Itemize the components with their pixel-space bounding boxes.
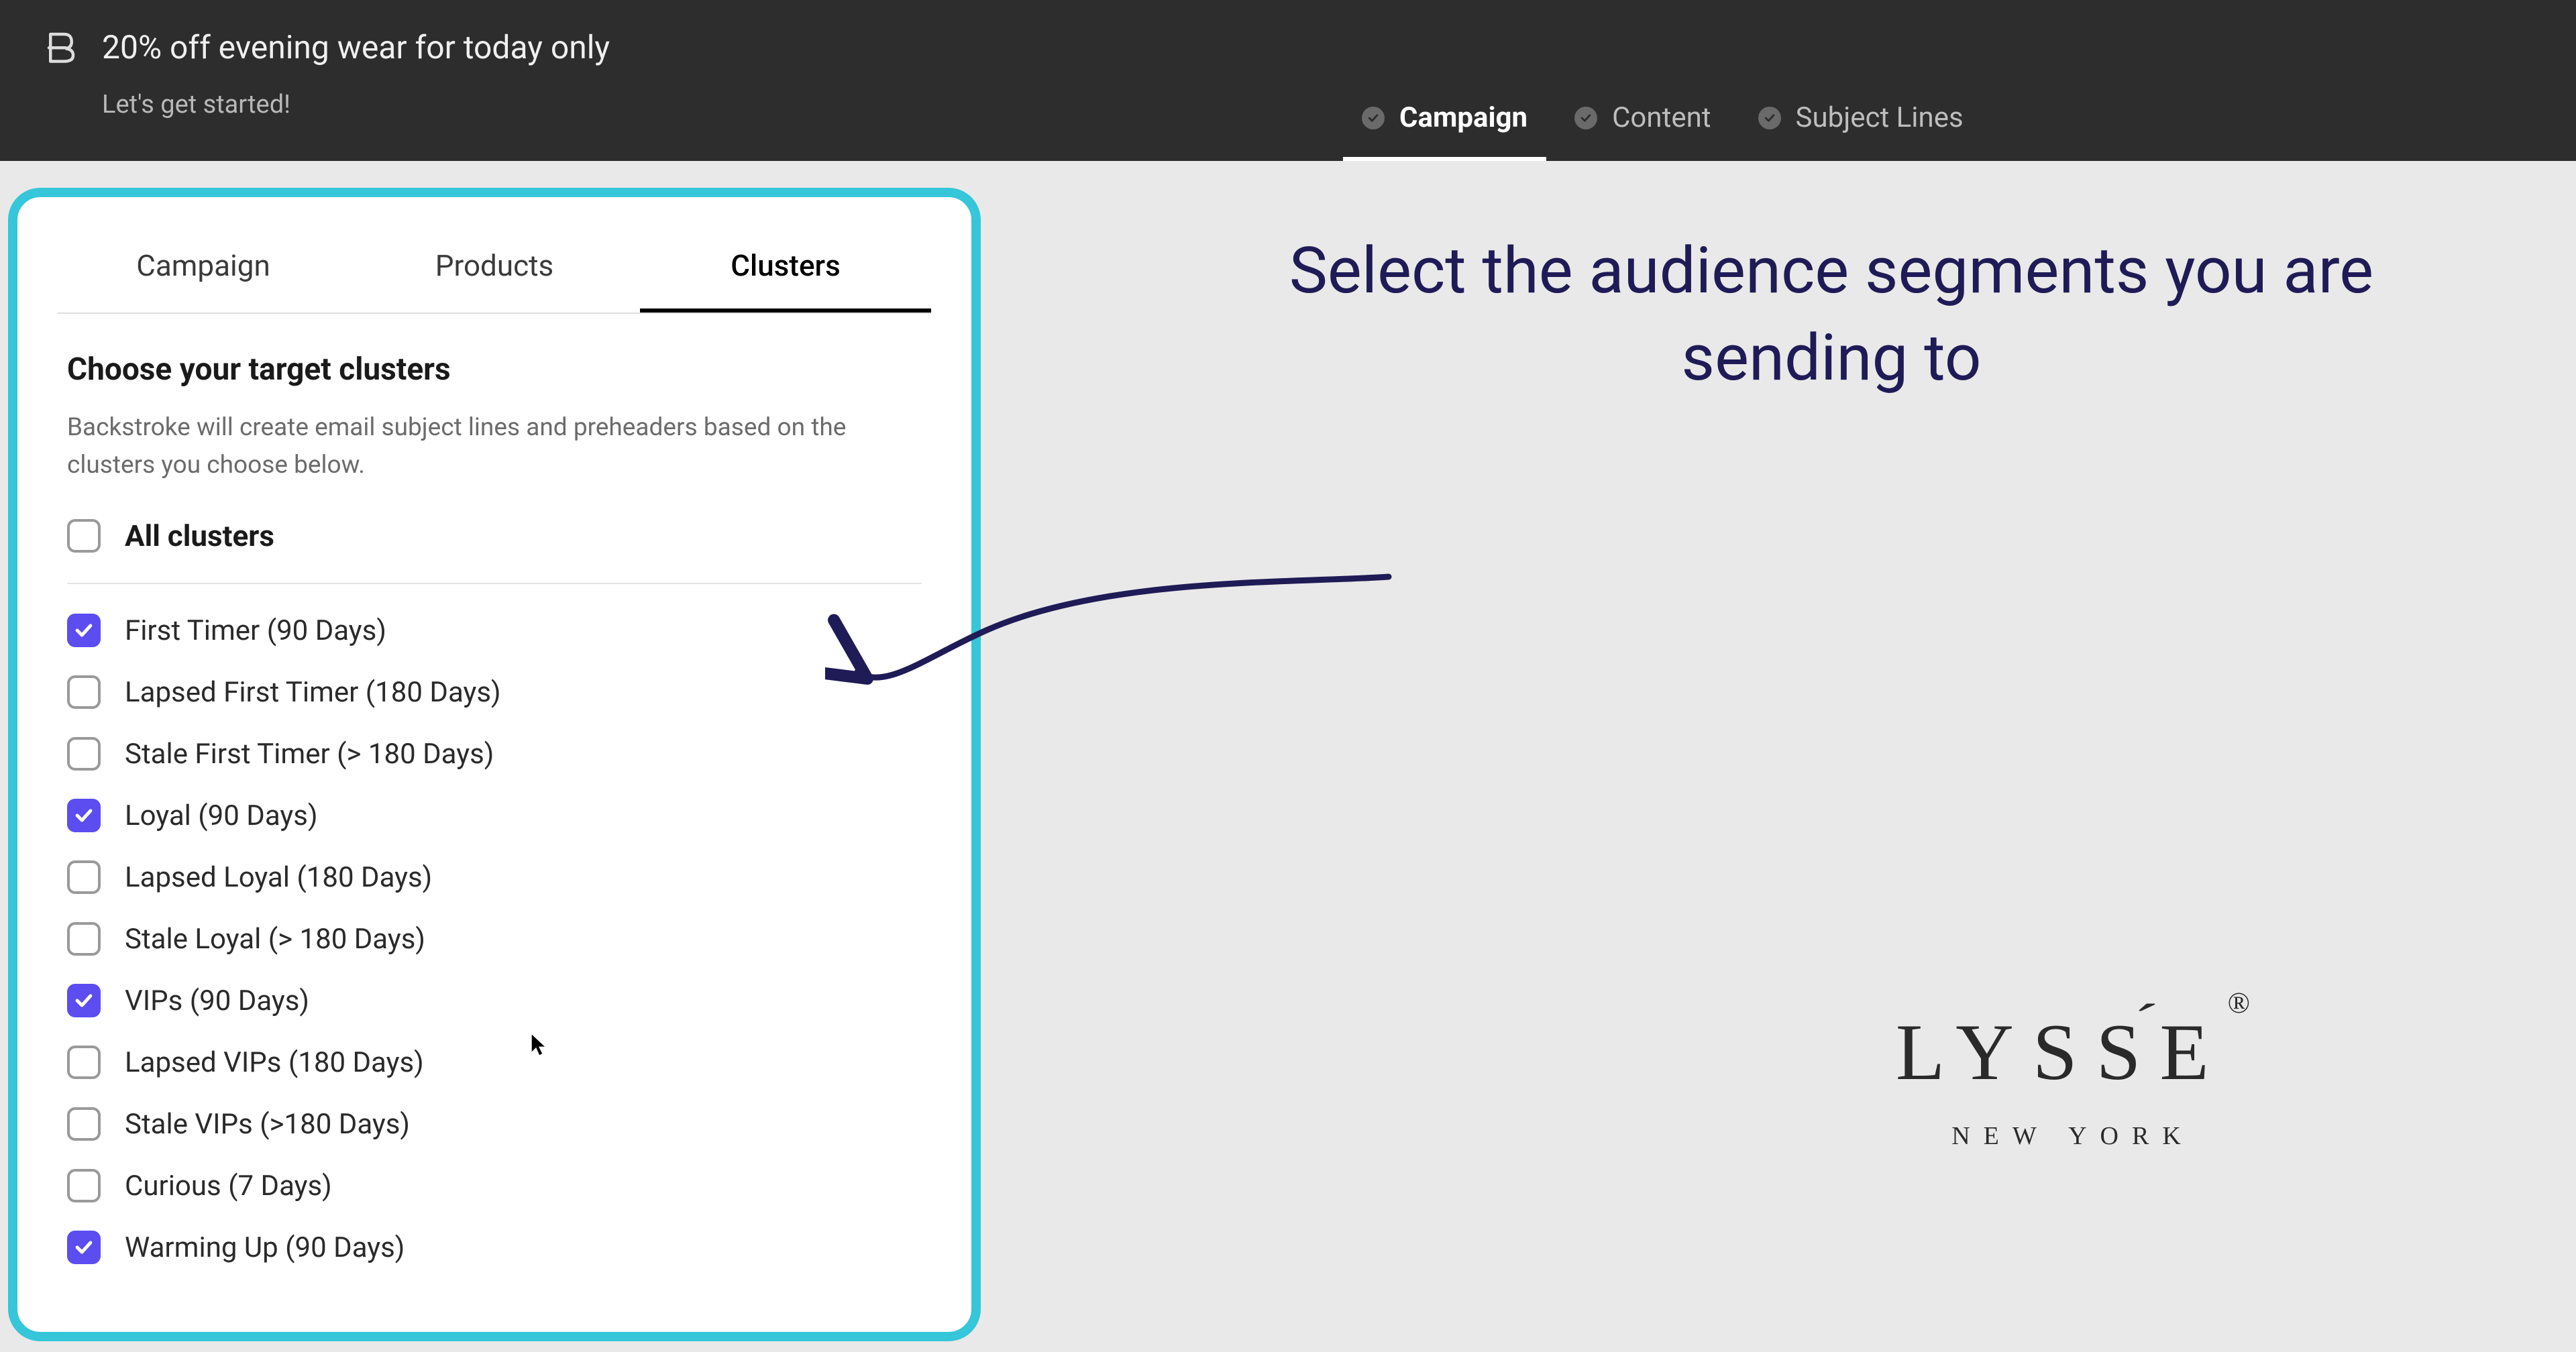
step-content[interactable]: Content (1574, 101, 1711, 161)
wizard-steps: Campaign Content Subject Lines (1362, 101, 1964, 161)
cluster-row[interactable]: VIPs (90 Days) (67, 984, 922, 1017)
main-area: Campaign Products Clusters Choose your t… (0, 161, 2576, 1352)
checkbox-all-clusters[interactable] (67, 519, 101, 553)
checkbox[interactable] (67, 799, 101, 832)
campaign-subtitle: Let's get started! (102, 90, 610, 119)
brand-name-text: LYSSE (1896, 1007, 2228, 1096)
checkbox[interactable] (67, 1169, 101, 1202)
mouse-cursor-icon (530, 1033, 547, 1057)
brand-city: NEW YORK (1825, 1121, 2321, 1151)
checkbox[interactable] (67, 922, 101, 956)
tab-products[interactable]: Products (349, 228, 640, 313)
cluster-label: Stale VIPs (>180 Days) (125, 1108, 410, 1141)
cluster-row[interactable]: Lapsed VIPs (180 Days) (67, 1046, 922, 1079)
all-clusters-row[interactable]: All clusters (67, 518, 922, 584)
cluster-label: Stale Loyal (> 180 Days) (125, 923, 425, 956)
brand-name: ˊ LYSSE® (1896, 1006, 2250, 1098)
panel-tabs: Campaign Products Clusters (21, 201, 967, 313)
all-clusters-label: All clusters (125, 518, 274, 553)
cluster-row[interactable]: Curious (7 Days) (67, 1169, 922, 1202)
checkbox[interactable] (67, 1231, 101, 1264)
cluster-row[interactable]: Stale Loyal (> 180 Days) (67, 922, 922, 956)
cluster-row[interactable]: Warming Up (90 Days) (67, 1231, 922, 1264)
cluster-row[interactable]: Stale First Timer (> 180 Days) (67, 737, 922, 771)
clusters-panel: Campaign Products Clusters Choose your t… (21, 201, 967, 1328)
check-circle-icon (1574, 107, 1597, 129)
cluster-label: Lapsed Loyal (180 Days) (125, 861, 432, 894)
panel-body: Choose your target clusters Backstroke w… (21, 314, 967, 1264)
cluster-label: Lapsed VIPs (180 Days) (125, 1046, 424, 1079)
campaign-title: 20% off evening wear for today only (102, 28, 610, 67)
highlighted-panel: Campaign Products Clusters Choose your t… (8, 188, 981, 1341)
check-circle-icon (1362, 107, 1385, 129)
brand-accent-icon: ˊ (2133, 994, 2159, 1051)
cluster-label: Warming Up (90 Days) (125, 1231, 405, 1264)
cluster-row[interactable]: First Timer (90 Days) (67, 614, 922, 647)
brand-logo-icon (43, 28, 79, 64)
cluster-row[interactable]: Lapsed Loyal (180 Days) (67, 860, 922, 894)
checkbox[interactable] (67, 1107, 101, 1141)
cluster-row[interactable]: Loyal (90 Days) (67, 799, 922, 832)
check-circle-icon (1758, 107, 1781, 129)
checkbox[interactable] (67, 737, 101, 771)
checkbox[interactable] (67, 984, 101, 1017)
step-campaign[interactable]: Campaign (1362, 101, 1527, 161)
step-label: Content (1612, 101, 1711, 134)
registered-icon: ® (2228, 987, 2250, 1019)
brand-block: ˊ LYSSE® NEW YORK (1825, 1006, 2321, 1151)
annotation-text: Select the audience segments you are sen… (1181, 228, 2482, 402)
step-label: Subject Lines (1796, 101, 1964, 134)
cluster-label: Stale First Timer (> 180 Days) (125, 738, 494, 771)
cluster-label: VIPs (90 Days) (125, 984, 309, 1017)
cluster-label: Lapsed First Timer (180 Days) (125, 676, 501, 709)
cluster-row[interactable]: Stale VIPs (>180 Days) (67, 1107, 922, 1141)
header-titles: 20% off evening wear for today only Let'… (102, 28, 610, 119)
cluster-label: Curious (7 Days) (125, 1170, 332, 1202)
header-left: 20% off evening wear for today only Let'… (0, 0, 610, 119)
tab-clusters[interactable]: Clusters (640, 228, 931, 313)
app-header: 20% off evening wear for today only Let'… (0, 0, 2576, 161)
checkbox[interactable] (67, 860, 101, 894)
cluster-label: Loyal (90 Days) (125, 799, 318, 832)
tab-campaign[interactable]: Campaign (58, 228, 349, 313)
checkbox[interactable] (67, 1046, 101, 1079)
checkbox[interactable] (67, 675, 101, 709)
step-subject-lines[interactable]: Subject Lines (1758, 101, 1964, 161)
panel-heading: Choose your target clusters (67, 351, 922, 388)
checkbox[interactable] (67, 614, 101, 647)
panel-description: Backstroke will create email subject lin… (67, 409, 899, 484)
cluster-row[interactable]: Lapsed First Timer (180 Days) (67, 675, 922, 709)
cluster-list: First Timer (90 Days) Lapsed First Timer… (67, 614, 922, 1264)
step-label: Campaign (1399, 101, 1527, 134)
cluster-label: First Timer (90 Days) (125, 614, 386, 647)
